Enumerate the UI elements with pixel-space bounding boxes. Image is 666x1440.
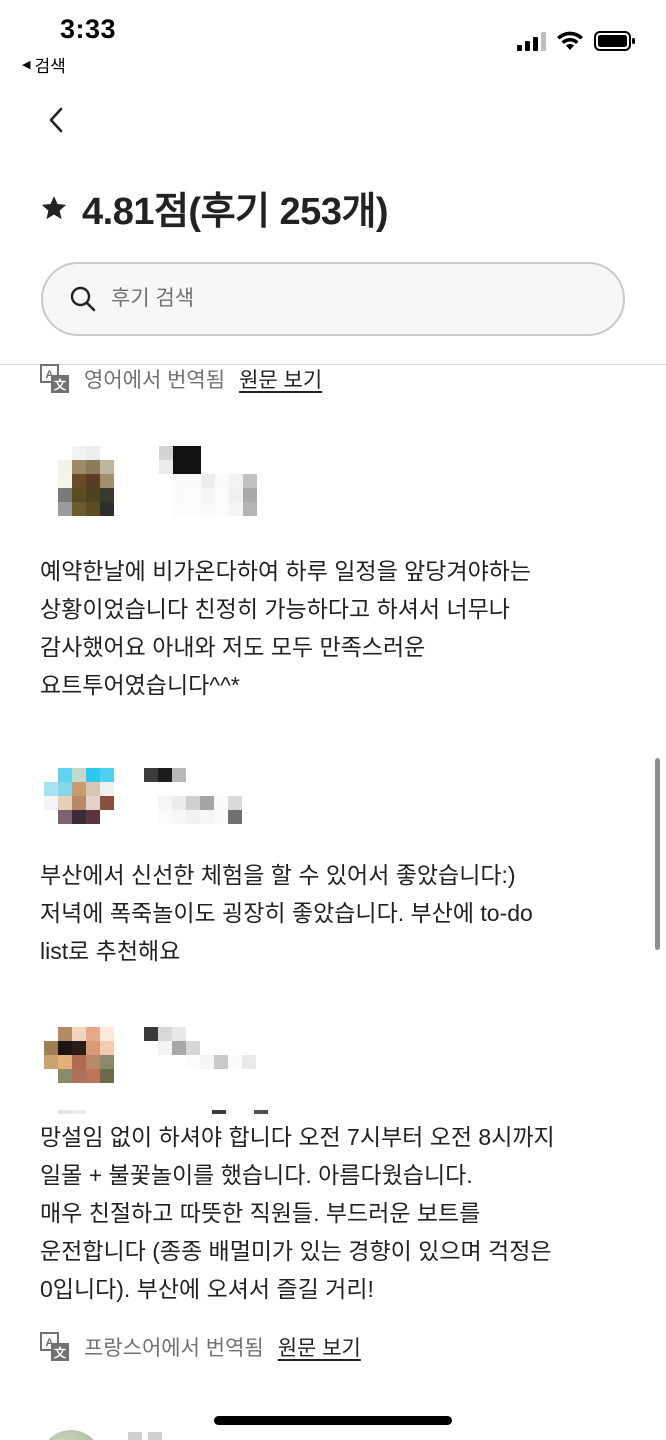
svg-text:文: 文 xyxy=(54,377,67,392)
home-indicator[interactable] xyxy=(214,1416,452,1425)
status-time: 3:33 xyxy=(60,14,117,44)
pixel-artifact xyxy=(44,1110,282,1114)
status-back-to-search[interactable]: ◀ 검색 xyxy=(22,52,66,77)
translation-note: 프랑스어에서 번역됨 xyxy=(84,1337,264,1360)
review-search-input[interactable] xyxy=(111,287,571,311)
battery-icon xyxy=(594,31,635,51)
translation-note: 영어에서 번역됨 xyxy=(84,369,226,392)
view-original-link[interactable]: 원문 보기 xyxy=(239,364,322,394)
chevron-left-icon xyxy=(49,107,63,133)
translate-icon: A 文 xyxy=(40,364,69,393)
back-triangle-icon: ◀ xyxy=(22,59,31,71)
reviewer-name-redacted xyxy=(128,1432,188,1440)
review-text: 예약한날에 비가온다하여 하루 일정을 앞당겨야하는 상황이었습니다 친정히 가… xyxy=(40,558,532,698)
translate-icon: A 文 xyxy=(40,1332,69,1361)
rating-title-text: 4.81점(후기 253개) xyxy=(82,191,389,233)
review-text: 부산에서 신선한 체험을 할 수 있어서 좋았습니다:) 저녁에 폭죽놀이도 굉… xyxy=(40,862,533,964)
reviewer-avatar xyxy=(40,1430,102,1440)
view-original-link[interactable]: 원문 보기 xyxy=(278,1332,361,1362)
cellular-signal-icon xyxy=(517,31,546,51)
review-search-box[interactable] xyxy=(41,262,625,336)
status-bar: 3:33 ◀ 검색 xyxy=(0,0,666,80)
status-icons xyxy=(517,30,636,52)
status-back-label: 검색 xyxy=(34,57,66,76)
reviewer-avatar xyxy=(44,768,114,824)
search-icon xyxy=(70,286,96,312)
translation-note-row: A 文 프랑스어에서 번역됨 원문 보기 xyxy=(40,1332,361,1362)
back-button[interactable] xyxy=(36,100,76,140)
reviewer-avatar xyxy=(44,1027,114,1083)
reviewer-name-redacted xyxy=(144,1027,256,1083)
reviewer-name-redacted xyxy=(144,768,256,824)
wifi-icon xyxy=(557,31,583,50)
rating-summary-heading: 4.81점(후기 253개) xyxy=(40,180,389,235)
reviewer-avatar xyxy=(58,446,114,516)
svg-text:文: 文 xyxy=(54,1345,67,1360)
translation-note-row: A 文 영어에서 번역됨 원문 보기 xyxy=(40,364,322,394)
reviewer-name-redacted xyxy=(145,446,257,516)
review-text: 망설임 없이 하셔야 합니다 오전 7시부터 오전 8시까지 일몰 + 불꽃놀이… xyxy=(40,1124,555,1302)
scrollbar[interactable] xyxy=(655,758,660,950)
star-icon xyxy=(41,195,67,219)
